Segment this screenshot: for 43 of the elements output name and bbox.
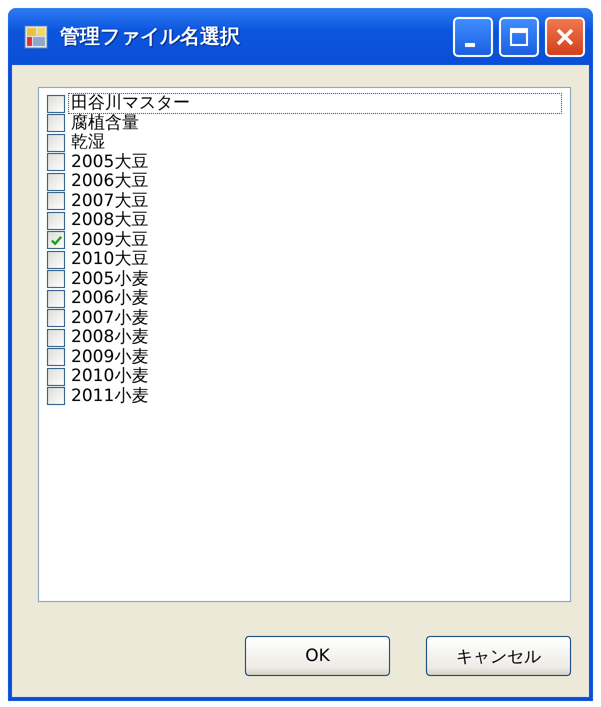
- list-item[interactable]: 2007小麦: [68, 308, 152, 329]
- cancel-button[interactable]: キャンセル: [426, 636, 571, 676]
- list-item[interactable]: 2008大豆: [68, 210, 152, 232]
- checkbox[interactable]: [47, 270, 65, 288]
- minimize-icon: [465, 42, 475, 46]
- list-item[interactable]: 2010大豆: [68, 249, 152, 270]
- window-title: 管理ファイル名選択: [60, 23, 241, 50]
- close-button[interactable]: [545, 16, 585, 56]
- checkbox[interactable]: [47, 231, 65, 250]
- checkbox[interactable]: [47, 290, 65, 308]
- maximize-icon: [510, 28, 528, 46]
- ok-button[interactable]: OK: [245, 636, 390, 676]
- checkbox[interactable]: [47, 309, 65, 328]
- list-item[interactable]: 2006小麦: [68, 288, 152, 310]
- close-icon: [556, 28, 574, 46]
- list-item[interactable]: 田谷川マスター: [68, 93, 562, 114]
- app-icon: [24, 24, 48, 48]
- list-item[interactable]: 2009大豆: [68, 230, 152, 251]
- checkbox[interactable]: [47, 368, 65, 386]
- maximize-button[interactable]: [499, 16, 539, 56]
- list-item[interactable]: 2010小麦: [68, 366, 152, 388]
- checkbox[interactable]: [47, 153, 65, 172]
- checkbox[interactable]: [47, 348, 65, 366]
- checkbox[interactable]: [47, 192, 65, 210]
- checkbox[interactable]: [47, 387, 65, 406]
- checkbox[interactable]: [47, 328, 65, 347]
- checkbox[interactable]: [47, 250, 65, 269]
- list-item[interactable]: 2008小麦: [68, 327, 152, 348]
- list-item[interactable]: 乾湿: [68, 132, 108, 154]
- checkbox[interactable]: [47, 172, 65, 191]
- checkmark-icon: [50, 234, 62, 247]
- list-item[interactable]: 2011小麦: [68, 386, 152, 407]
- minimize-button[interactable]: [453, 16, 493, 56]
- checkbox[interactable]: [47, 134, 65, 152]
- checkbox[interactable]: [47, 114, 65, 132]
- checkbox[interactable]: [47, 94, 65, 113]
- list-item[interactable]: 2005小麦: [68, 268, 152, 290]
- list-item[interactable]: 2007大豆: [68, 190, 152, 212]
- checkbox[interactable]: [47, 212, 65, 230]
- list-item[interactable]: 2005大豆: [68, 152, 152, 173]
- list-item[interactable]: 2009小麦: [68, 346, 152, 368]
- list-item[interactable]: 2006大豆: [68, 171, 152, 192]
- list-item[interactable]: 腐植含量: [68, 112, 142, 134]
